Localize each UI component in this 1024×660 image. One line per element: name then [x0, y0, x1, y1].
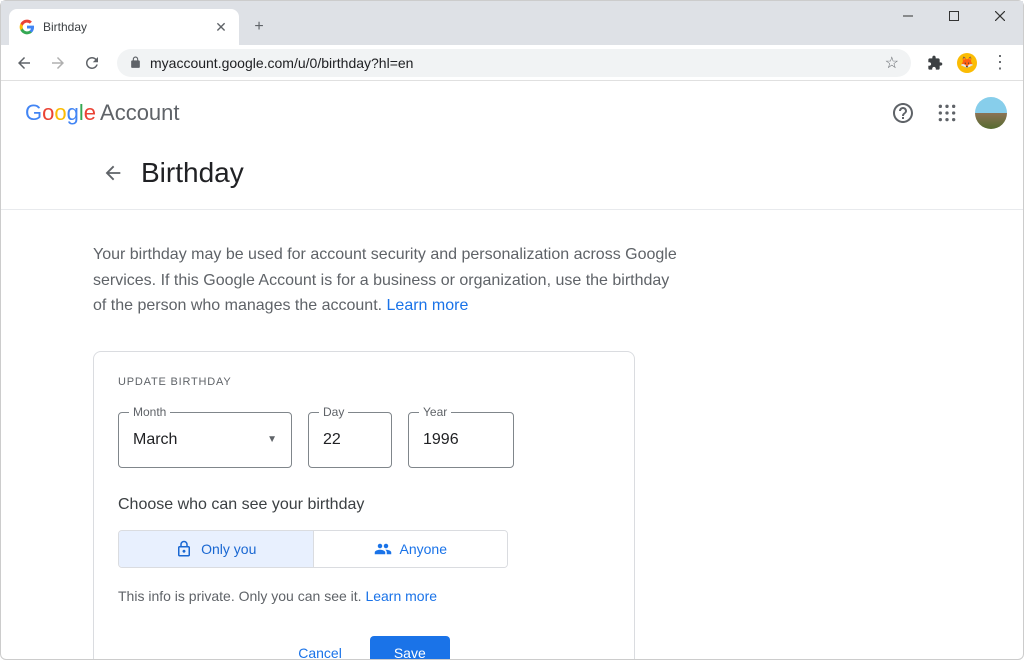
- extensions-icon[interactable]: [921, 49, 949, 77]
- anyone-label: Anyone: [400, 541, 447, 557]
- browser-menu-icon[interactable]: ⋮: [985, 48, 1015, 78]
- account-word: Account: [100, 100, 180, 126]
- day-label: Day: [319, 405, 348, 419]
- year-input[interactable]: Year 1996: [408, 412, 514, 468]
- year-label: Year: [419, 405, 451, 419]
- apps-grid-icon[interactable]: [927, 93, 967, 133]
- url-text: myaccount.google.com/u/0/birthday?hl=en: [150, 55, 877, 71]
- year-value: 1996: [423, 431, 459, 449]
- privacy-text: This info is private. Only you can see i…: [118, 588, 610, 604]
- profile-avatar[interactable]: [975, 97, 1007, 129]
- page-description: Your birthday may be used for account se…: [93, 242, 681, 319]
- only-you-label: Only you: [201, 541, 256, 557]
- page-title: Birthday: [141, 157, 244, 189]
- privacy-heading: Choose who can see your birthday: [118, 496, 610, 514]
- day-value: 22: [323, 431, 341, 449]
- extension-badge[interactable]: 🦊: [953, 49, 981, 77]
- option-anyone[interactable]: Anyone: [313, 531, 508, 567]
- month-select[interactable]: Month March ▼: [118, 412, 292, 468]
- help-icon[interactable]: [883, 93, 923, 133]
- new-tab-button[interactable]: +: [245, 13, 273, 41]
- privacy-text-content: This info is private. Only you can see i…: [118, 588, 365, 604]
- option-only-you[interactable]: Only you: [119, 531, 313, 567]
- back-button[interactable]: [9, 48, 39, 78]
- reload-button[interactable]: [77, 48, 107, 78]
- cancel-button[interactable]: Cancel: [278, 636, 362, 659]
- google-favicon: [19, 19, 35, 35]
- card-label: UPDATE BIRTHDAY: [118, 376, 610, 388]
- month-label: Month: [129, 405, 170, 419]
- main-content: Your birthday may be used for account se…: [1, 210, 681, 659]
- address-bar-row: myaccount.google.com/u/0/birthday?hl=en …: [1, 45, 1023, 81]
- date-fields: Month March ▼ Day 22 Year 1996: [118, 412, 610, 468]
- maximize-button[interactable]: [931, 1, 977, 31]
- window-controls: [885, 1, 1023, 31]
- close-window-button[interactable]: [977, 1, 1023, 31]
- tab-title: Birthday: [43, 20, 205, 34]
- content-area: Google Account Birthday Your birthday ma…: [1, 81, 1023, 659]
- chevron-down-icon: ▼: [267, 434, 277, 445]
- privacy-segmented-control: Only you Anyone: [118, 530, 508, 568]
- month-value: March: [133, 431, 177, 449]
- people-icon: [374, 540, 392, 558]
- lock-icon: [129, 56, 142, 69]
- google-account-logo[interactable]: Google Account: [25, 100, 180, 126]
- update-birthday-card: UPDATE BIRTHDAY Month March ▼ Day 22 Yea…: [93, 351, 635, 659]
- day-input[interactable]: Day 22: [308, 412, 392, 468]
- app-header: Google Account: [1, 81, 1023, 145]
- browser-titlebar: Birthday ✕ +: [1, 1, 1023, 45]
- forward-button[interactable]: [43, 48, 73, 78]
- description-text: Your birthday may be used for account se…: [93, 246, 677, 314]
- privacy-learn-more-link[interactable]: Learn more: [365, 588, 437, 604]
- page-title-row: Birthday: [1, 145, 1023, 210]
- address-bar[interactable]: myaccount.google.com/u/0/birthday?hl=en …: [117, 49, 911, 77]
- browser-tab[interactable]: Birthday ✕: [9, 9, 239, 45]
- save-button[interactable]: Save: [370, 636, 450, 659]
- lock-icon: [175, 540, 193, 558]
- minimize-button[interactable]: [885, 1, 931, 31]
- bookmark-star-icon[interactable]: ☆: [885, 53, 899, 73]
- tab-close-icon[interactable]: ✕: [213, 19, 229, 35]
- learn-more-link[interactable]: Learn more: [387, 297, 469, 314]
- action-buttons: Cancel Save: [118, 636, 610, 659]
- back-arrow-icon[interactable]: [93, 153, 133, 193]
